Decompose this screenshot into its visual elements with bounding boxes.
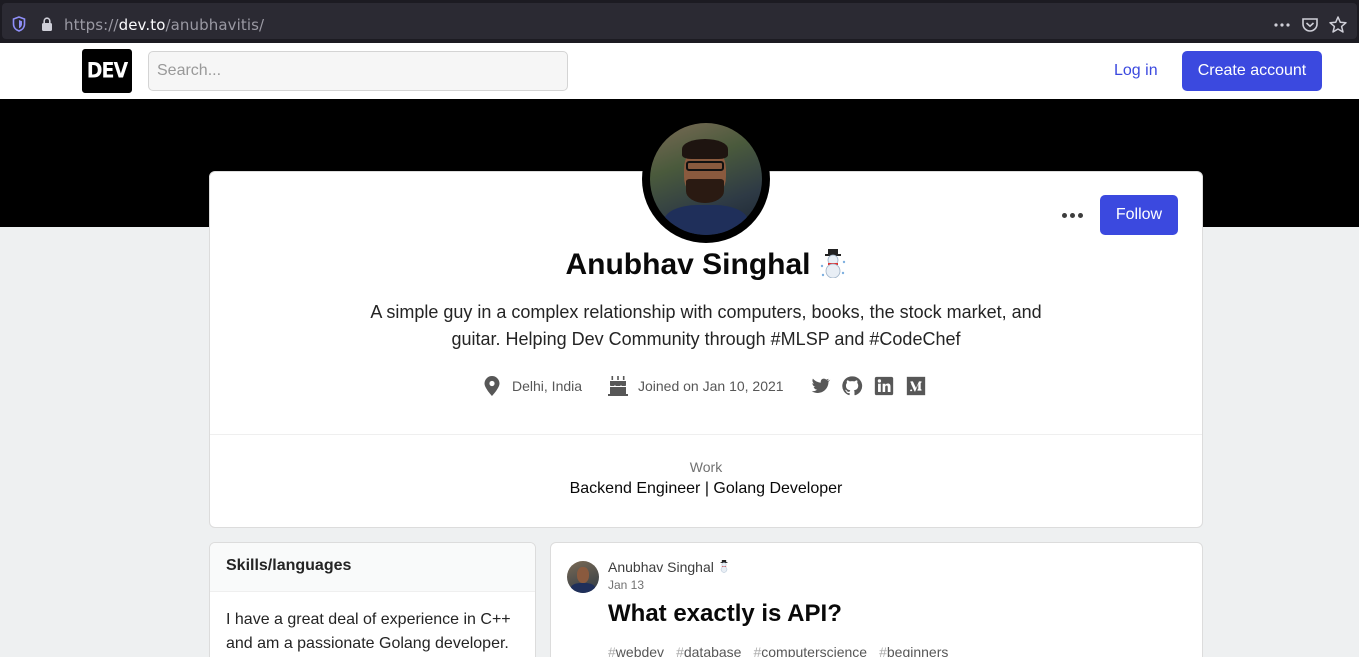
lock-icon[interactable] <box>40 16 54 32</box>
post-tag[interactable]: #webdev <box>608 644 664 657</box>
login-link[interactable]: Log in <box>1102 51 1170 91</box>
post-tags: #webdev #database #computerscience #begi… <box>608 644 948 657</box>
profile-name: Anubhav Singhal <box>209 248 1203 282</box>
post-tag[interactable]: #database <box>676 644 741 657</box>
post-author[interactable]: Anubhav Singhal <box>608 559 730 575</box>
post-date[interactable]: Jan 13 <box>608 578 644 592</box>
medium-icon[interactable] <box>905 375 927 397</box>
skills-body: I have a great deal of experience in C++… <box>226 611 511 652</box>
work-label: Work <box>689 459 723 475</box>
follow-button[interactable]: Follow <box>1100 195 1178 235</box>
snowman-icon <box>720 560 728 573</box>
page-actions-icon[interactable] <box>1272 15 1292 35</box>
tracking-shield-icon[interactable] <box>12 16 26 32</box>
location-text: Delhi, India <box>512 378 583 394</box>
pocket-icon[interactable] <box>1300 15 1320 35</box>
profile-joined: Joined on Jan 10, 2021 <box>608 374 784 398</box>
cake-icon <box>608 376 628 396</box>
post-card[interactable]: Anubhav Singhal Jan 13 What exactly is A… <box>550 542 1203 657</box>
twitter-icon[interactable] <box>809 375 831 397</box>
profile-bio: A simple guy in a complex relationship w… <box>370 302 1042 349</box>
url-text[interactable]: https://dev.to/anubhavitis/ <box>64 16 264 34</box>
joined-text: Joined on Jan 10, 2021 <box>638 378 784 394</box>
post-author-avatar[interactable] <box>567 561 599 593</box>
address-bar[interactable]: https://dev.to/anubhavitis/ <box>2 3 1357 39</box>
search-input[interactable] <box>148 51 568 91</box>
more-options-icon[interactable] <box>1058 202 1086 228</box>
bookmark-star-icon[interactable] <box>1328 15 1348 35</box>
github-icon[interactable] <box>841 375 863 397</box>
dev-logo[interactable]: DEV <box>82 49 132 93</box>
create-account-button[interactable]: Create account <box>1182 51 1322 91</box>
work-value: Backend Engineer | Golang Developer <box>569 480 843 497</box>
browser-chrome: https://dev.to/anubhavitis/ <box>0 0 1359 43</box>
skills-panel: Skills/languages I have a great deal of … <box>209 542 536 657</box>
snowman-icon <box>820 249 845 278</box>
skills-heading: Skills/languages <box>210 543 535 592</box>
post-title[interactable]: What exactly is API? <box>608 600 842 628</box>
site-header: DEV Log in Create account <box>0 43 1359 99</box>
post-tag[interactable]: #beginners <box>879 644 948 657</box>
location-pin-icon <box>484 376 500 396</box>
profile-avatar <box>642 115 770 243</box>
card-divider <box>210 434 1202 435</box>
linkedin-icon[interactable] <box>873 375 895 397</box>
profile-location: Delhi, India <box>482 374 582 398</box>
post-tag[interactable]: #computerscience <box>753 644 867 657</box>
